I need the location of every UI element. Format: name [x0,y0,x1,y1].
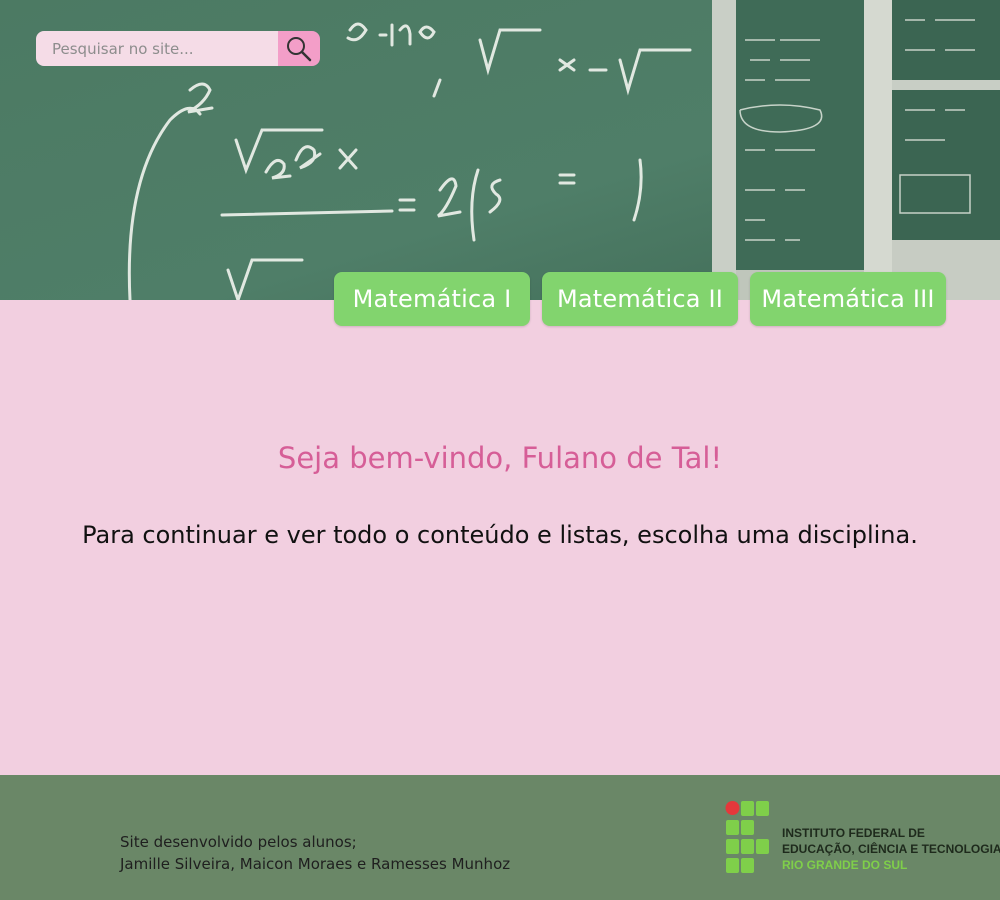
header-banner [0,0,1000,300]
institute-name-line-3: RIO GRANDE DO SUL [782,858,908,872]
footer: Site desenvolvido pelos alunos; Jamille … [0,775,1000,900]
search-icon [287,36,312,61]
search-button[interactable] [278,31,320,66]
welcome-heading: Seja bem-vindo, Fulano de Tal! [277,441,723,475]
credits: Site desenvolvido pelos alunos; Jamille … [120,831,510,875]
institute-name-line-2: EDUCAÇÃO, CIÊNCIA E TECNOLOGIA [782,842,1000,856]
credits-line-1: Site desenvolvido pelos alunos; [120,833,357,851]
institute-logo-icon [725,801,769,873]
search-bar [36,31,320,66]
main-content: Seja bem-vindo, Fulano de Tal! Para cont… [0,300,1000,775]
instruction-text: Para continuar e ver todo o conteúdo e l… [82,521,918,549]
institute-name: INSTITUTO FEDERAL DE EDUCAÇÃO, CIÊNCIA E… [782,799,1000,873]
institute-name-line-1: INSTITUTO FEDERAL DE [782,826,925,840]
search-input[interactable] [36,31,280,66]
institute-logo: INSTITUTO FEDERAL DE EDUCAÇÃO, CIÊNCIA E… [725,799,1000,883]
credits-line-2: Jamille Silveira, Maicon Moraes e Ramess… [120,855,511,873]
